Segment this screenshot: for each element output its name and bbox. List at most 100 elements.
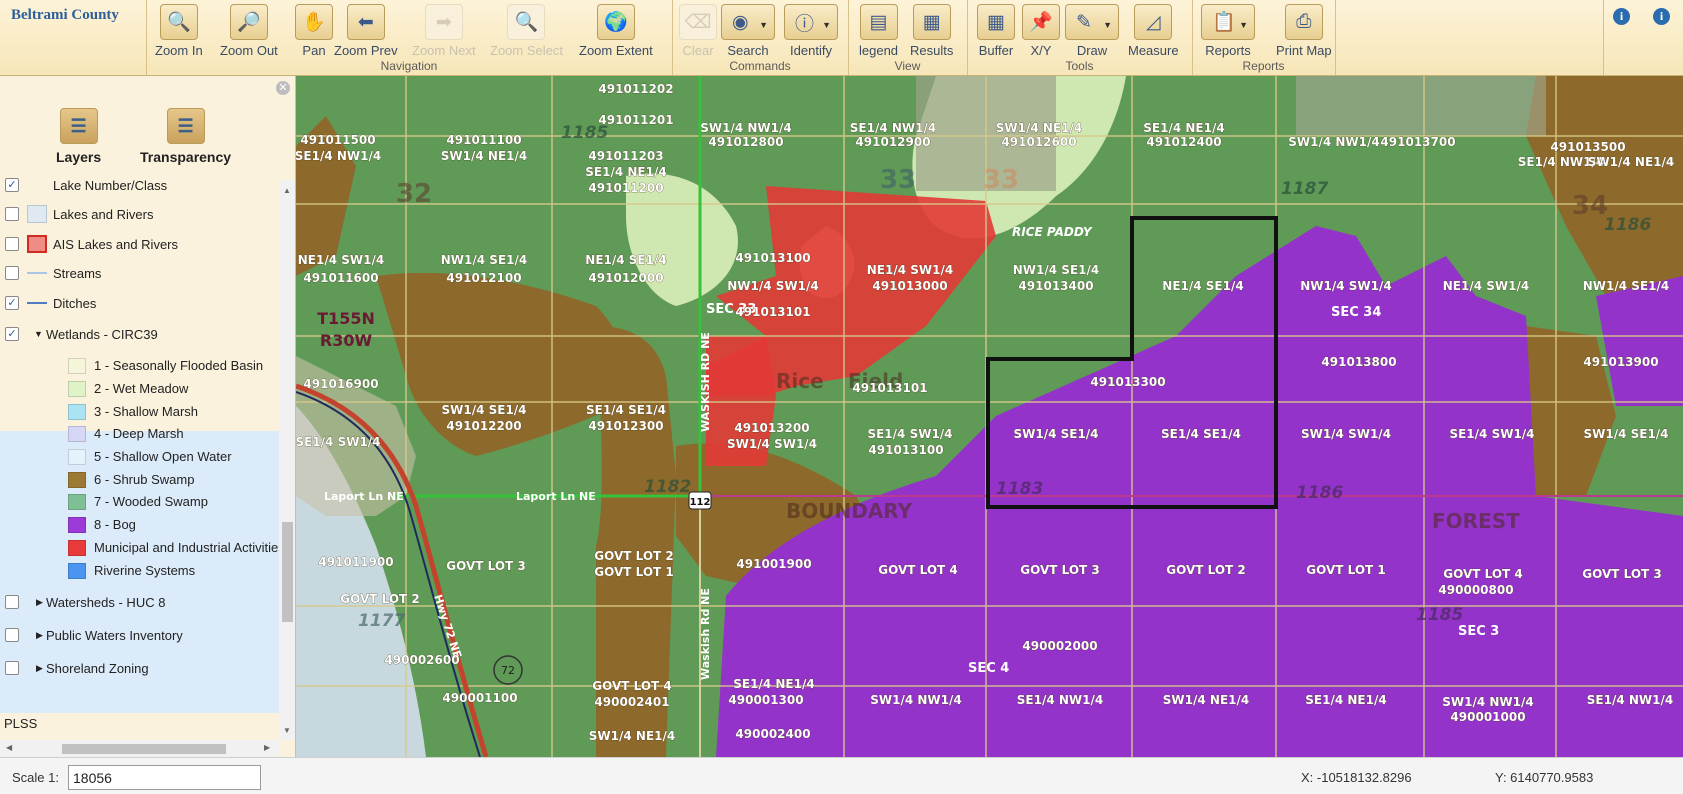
stream-line-symbol — [27, 272, 47, 274]
layer-checkbox[interactable] — [5, 595, 19, 609]
parcel-label: 491013100 — [735, 251, 810, 265]
zoom-select-label: Zoom Select — [490, 43, 563, 58]
place-label: RICE PADDY — [1012, 225, 1093, 239]
results-table-icon: ▦ — [912, 4, 951, 40]
layer-checkbox[interactable] — [5, 628, 19, 642]
zoom-extent-button[interactable]: 🌍 Zoom Extent — [579, 4, 653, 58]
zoom-in-label: Zoom In — [155, 43, 203, 58]
scrollbar-thumb[interactable] — [62, 744, 226, 754]
scroll-down-icon[interactable]: ▼ — [283, 726, 291, 735]
collapsed-caret-icon[interactable]: ▶ — [36, 597, 43, 608]
parcel-label: SE1/4 NW1/4 — [850, 121, 936, 135]
xy-label: X/Y — [1030, 43, 1052, 58]
parcel-label: GOVT LOT 4 — [592, 679, 672, 693]
parcel-label: SE1/4 NW1/4 — [1017, 693, 1103, 707]
zoom-in-icon: 🔍 — [159, 4, 198, 40]
layer-checkbox[interactable] — [5, 266, 19, 280]
place-label: Rice — [776, 369, 824, 393]
parcel-label: SW1/4 NW1/4 — [870, 693, 962, 707]
zoom-in-button[interactable]: 🔍 Zoom In — [155, 4, 203, 58]
search-button[interactable]: ◉ ▼ Search — [721, 4, 775, 58]
layer-plss-label: PLSS — [4, 716, 38, 731]
print-map-button[interactable]: ⎙ Print Map — [1276, 4, 1332, 58]
tab-transparency[interactable]: ☰ Transparency — [140, 108, 231, 165]
layer-checkbox[interactable]: ✓ — [5, 296, 19, 310]
scale-input[interactable] — [68, 765, 261, 790]
parcel-label: 491013700 — [1380, 135, 1455, 149]
layer-item: AIS Lakes and Rivers — [0, 229, 279, 259]
draw-button[interactable]: ✎ ▼ Draw — [1065, 4, 1119, 58]
measure-button[interactable]: ◿ Measure — [1128, 4, 1179, 58]
parcel-label: SW1/4 SE1/4 — [441, 403, 526, 417]
layer-list: ✓ Lake Number/Class Lakes and Rivers AIS… — [0, 178, 285, 757]
parcel-label: SE1/4 SW1/4 — [1449, 427, 1534, 441]
scroll-right-icon[interactable]: ▶ — [264, 743, 270, 752]
parcel-label: NE1/4 SW1/4 — [867, 263, 953, 277]
layer-checkbox[interactable] — [5, 661, 19, 675]
status-bar: Scale 1: X: -10518132.8296 Y: 6140770.95… — [0, 757, 1683, 794]
scrollbar-thumb[interactable] — [282, 522, 293, 622]
vertical-scrollbar[interactable]: ▲ ▼ — [279, 180, 295, 740]
pan-button[interactable]: ✋ Pan — [295, 4, 333, 58]
buffer-label: Buffer — [978, 43, 1014, 58]
tab-layers[interactable]: ☰ Layers — [56, 108, 101, 165]
collapsed-caret-icon[interactable]: ▶ — [36, 663, 43, 674]
layer-checkbox[interactable] — [5, 207, 19, 221]
chevron-down-icon: ▼ — [822, 20, 831, 30]
about-info-icon[interactable]: i — [1653, 8, 1670, 25]
parcel-label: GOVT LOT 2 — [594, 549, 674, 563]
parcel-label: SW1/4 SW1/4 — [727, 437, 817, 451]
zoom-prev-button[interactable]: ⬅ Zoom Prev — [334, 4, 398, 58]
zoom-out-button[interactable]: 🔎 Zoom Out — [220, 4, 278, 58]
parcel-label: 491012400 — [1146, 135, 1221, 149]
parcel-label: 491013100 — [868, 443, 943, 457]
parcel-label: 491013101 — [735, 305, 810, 319]
buffer-button[interactable]: ▦ Buffer — [977, 4, 1015, 58]
layer-checkbox[interactable]: ✓ — [5, 178, 19, 192]
identify-button[interactable]: ⓘ ▼ Identify — [784, 4, 838, 58]
contour-label: 1177 — [358, 611, 405, 631]
parcel-label: 490002000 — [1022, 639, 1097, 653]
layer-group-wetlands: ✓ ▼ Wetlands - CIRC39 — [0, 319, 279, 349]
group-label-navigation: Navigation — [380, 59, 438, 73]
zoom-select-button[interactable]: 🔍 Zoom Select — [490, 4, 563, 58]
help-info-icon[interactable]: i — [1613, 8, 1630, 25]
reports-button[interactable]: 📋 ▼ Reports — [1201, 4, 1255, 58]
section-number: 33 — [880, 165, 916, 195]
parcel-label: GOVT LOT 2 — [340, 592, 420, 606]
legend-entry: 5 - Shallow Open Water — [68, 446, 288, 468]
layer-label: Lakes and Rivers — [53, 207, 154, 222]
clear-button[interactable]: ⌫ Clear — [679, 4, 717, 58]
legend-entry: 2 - Wet Meadow — [68, 378, 288, 400]
zoom-next-button[interactable]: ➡ Zoom Next — [412, 4, 476, 58]
xy-button[interactable]: 📌 X/Y — [1022, 4, 1060, 58]
layer-item: ✓ Lake Number/Class — [0, 170, 279, 200]
legend-button[interactable]: ▤ legend — [859, 4, 898, 58]
map-view[interactable]: 112 72 32 33 33 34 T155N R30W RICE PADDY… — [296, 76, 1683, 757]
chevron-down-icon: ▼ — [759, 20, 768, 30]
scroll-up-icon[interactable]: ▲ — [283, 186, 291, 195]
close-icon[interactable]: ✕ — [276, 81, 290, 95]
legend-label: Riverine Systems — [94, 563, 196, 578]
toolbar-divider — [1335, 0, 1336, 75]
collapsed-caret-icon[interactable]: ▶ — [36, 630, 43, 641]
zoom-out-label: Zoom Out — [220, 43, 278, 58]
clear-label: Clear — [682, 43, 714, 58]
layer-label: Public Waters Inventory — [46, 628, 183, 643]
parcel-label: 491012100 — [446, 271, 521, 285]
horizontal-scrollbar[interactable]: ◀ ▶ — [0, 740, 279, 757]
parcel-label: 491012200 — [446, 419, 521, 433]
chevron-down-icon: ▼ — [1103, 20, 1112, 30]
layer-checkbox[interactable]: ✓ — [5, 327, 19, 341]
legend-swatch — [68, 358, 86, 374]
expanded-caret-icon[interactable]: ▼ — [34, 329, 43, 339]
pan-hand-icon: ✋ — [295, 4, 333, 40]
results-button[interactable]: ▦ Results — [910, 4, 953, 58]
legend-swatch — [68, 472, 86, 488]
parcel-label: 491013300 — [1090, 375, 1165, 389]
parcel-label: 490002400 — [735, 727, 810, 741]
layer-item: ✓ Ditches — [0, 288, 279, 318]
layer-checkbox[interactable] — [5, 237, 19, 251]
scroll-left-icon[interactable]: ◀ — [6, 743, 12, 752]
parcel-label: 491012300 — [588, 419, 663, 433]
